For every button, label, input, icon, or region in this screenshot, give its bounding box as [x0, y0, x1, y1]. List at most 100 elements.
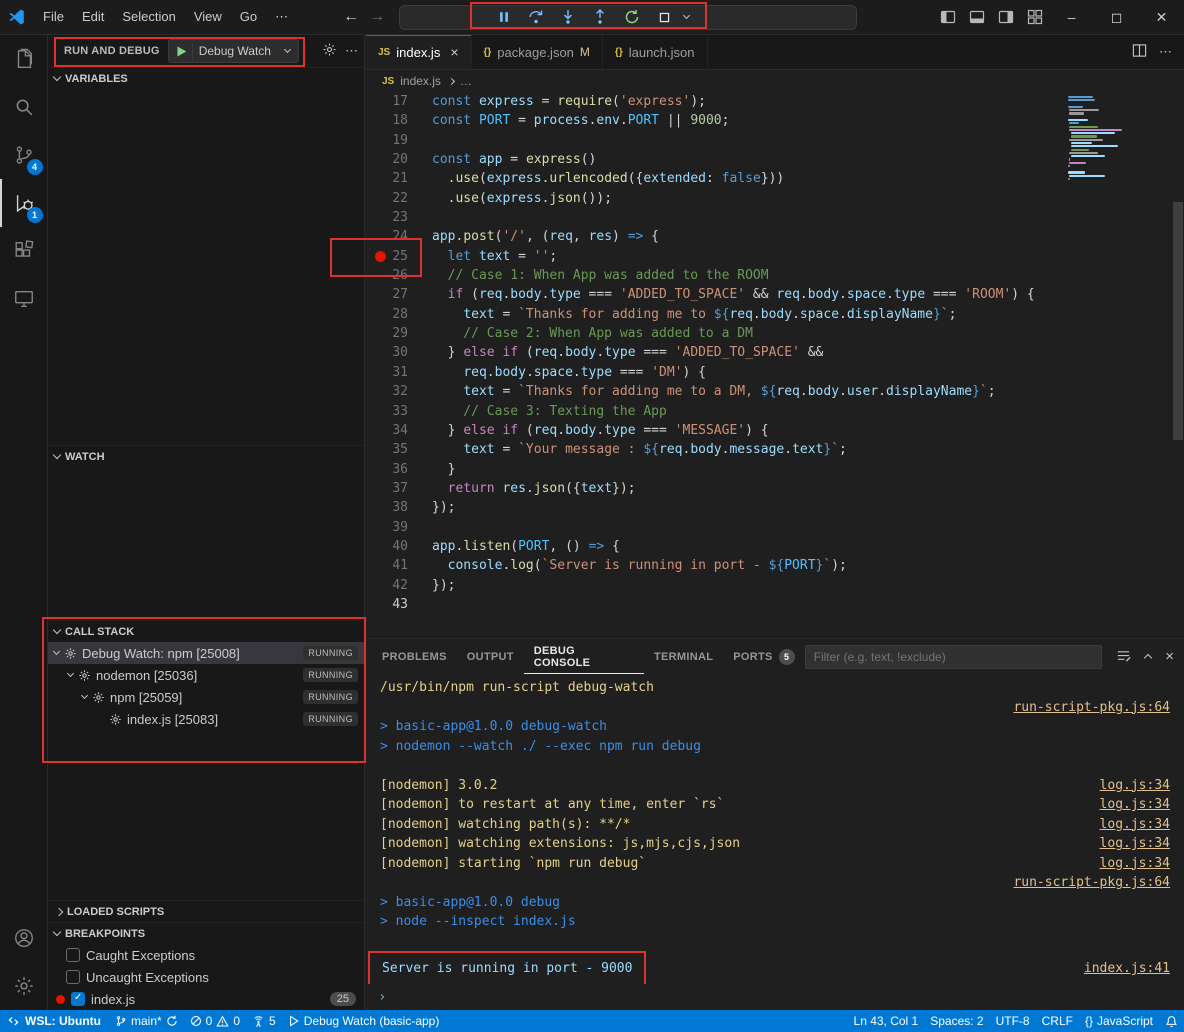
code-line-40[interactable]: 40app.listen(PORT, () => { [366, 537, 1184, 556]
breadcrumb-more[interactable]: … [460, 74, 472, 88]
debug-console-input[interactable]: › [366, 984, 1184, 1010]
eol-item[interactable]: CRLF [1036, 1010, 1079, 1032]
code-line-39[interactable]: 39 [366, 518, 1184, 537]
code-line-38[interactable]: 38}); [366, 498, 1184, 517]
code-line-37[interactable]: 37 return res.json({text}); [366, 479, 1184, 498]
gutter[interactable]: 22 [366, 189, 432, 208]
maximize-button[interactable]: ◻ [1094, 0, 1139, 34]
gutter[interactable]: 37 [366, 479, 432, 498]
source-link[interactable]: log.js:34 [1100, 834, 1170, 854]
toggle-secondary-sidebar-icon[interactable] [991, 0, 1020, 34]
cursor-position-item[interactable]: Ln 43, Col 1 [848, 1010, 925, 1032]
chevron-down-icon[interactable] [53, 648, 60, 655]
code-line-24[interactable]: 24app.post('/', (req, res) => { [366, 227, 1184, 246]
tab-debug-console[interactable]: DEBUG CONSOLE [524, 639, 644, 674]
tab-index-js[interactable]: JS index.js × [366, 35, 472, 69]
gutter[interactable]: 25 [366, 247, 432, 266]
source-link[interactable]: log.js:34 [1100, 854, 1170, 874]
gutter[interactable]: 38 [366, 498, 432, 517]
code-line-34[interactable]: 34 } else if (req.body.type === 'MESSAGE… [366, 421, 1184, 440]
code-editor[interactable]: 17const express = require('express');18c… [366, 92, 1184, 638]
gutter[interactable]: 27 [366, 285, 432, 304]
explorer-icon[interactable] [0, 35, 48, 83]
code-line-43[interactable]: 43 [366, 595, 1184, 614]
close-button[interactable]: ✕ [1139, 0, 1184, 34]
close-icon[interactable]: × [450, 44, 458, 60]
debug-status-item[interactable]: Debug Watch (basic-app) [282, 1010, 446, 1032]
source-link[interactable]: index.js:41 [1084, 959, 1170, 979]
code-line-36[interactable]: 36 } [366, 460, 1184, 479]
breadcrumb[interactable]: JS index.js … [366, 70, 1184, 92]
step-into-icon[interactable] [556, 6, 580, 28]
source-link[interactable]: run-script-pkg.js:64 [1013, 873, 1170, 893]
remote-indicator[interactable]: WSL: Ubuntu [0, 1010, 109, 1032]
gutter[interactable]: 33 [366, 402, 432, 421]
toggle-sidebar-icon[interactable] [933, 0, 962, 34]
gutter[interactable]: 42 [366, 576, 432, 595]
gutter[interactable]: 36 [366, 460, 432, 479]
menu-selection[interactable]: Selection [113, 5, 184, 29]
breakpoint-row[interactable]: index.js25 [48, 988, 364, 1010]
code-line-35[interactable]: 35 text = `Your message : ${req.body.mes… [366, 440, 1184, 459]
breakpoint-row[interactable]: Uncaught Exceptions [48, 966, 364, 988]
gutter[interactable]: 43 [366, 595, 432, 614]
code-line-31[interactable]: 31 req.body.space.type === 'DM') { [366, 363, 1184, 382]
breadcrumb-file[interactable]: index.js [400, 74, 441, 88]
tab-terminal[interactable]: TERMINAL [644, 639, 723, 674]
code-line-19[interactable]: 19 [366, 131, 1184, 150]
code-line-26[interactable]: 26 // Case 1: When App was added to the … [366, 266, 1184, 285]
watch-section-header[interactable]: WATCH [48, 445, 364, 467]
extensions-icon[interactable] [0, 227, 48, 275]
restart-icon[interactable] [620, 6, 644, 28]
gutter[interactable]: 29 [366, 324, 432, 343]
tab-package-json[interactable]: {} package.json M [472, 35, 603, 69]
call-stack-section-header[interactable]: CALL STACK [48, 620, 364, 642]
forward-arrow-icon[interactable]: → [369, 8, 385, 26]
gutter[interactable]: 32 [366, 382, 432, 401]
menu-file[interactable]: File [34, 5, 73, 29]
code-line-22[interactable]: 22 .use(express.json()); [366, 189, 1184, 208]
chevron-down-icon[interactable] [81, 692, 88, 699]
call-stack-row[interactable]: index.js [25083]RUNNING [48, 708, 364, 730]
menu-[interactable]: ⋯ [266, 5, 297, 29]
chevron-down-icon[interactable] [67, 670, 74, 677]
breakpoint-dot[interactable] [375, 251, 386, 262]
gutter[interactable]: 17 [366, 92, 432, 111]
close-panel-icon[interactable]: × [1165, 648, 1174, 665]
code-line-33[interactable]: 33 // Case 3: Texting the App [366, 402, 1184, 421]
step-out-icon[interactable] [588, 6, 612, 28]
code-line-41[interactable]: 41 console.log(`Server is running in por… [366, 556, 1184, 575]
step-over-icon[interactable] [524, 6, 548, 28]
breakpoints-section-header[interactable]: BREAKPOINTS [48, 922, 364, 944]
console-filter-input[interactable] [805, 645, 1103, 669]
menu-edit[interactable]: Edit [73, 5, 113, 29]
source-link[interactable]: run-script-pkg.js:64 [1013, 698, 1170, 718]
breakpoint-checkbox[interactable] [66, 970, 80, 984]
customize-layout-icon[interactable] [1020, 0, 1049, 34]
gutter[interactable]: 39 [366, 518, 432, 537]
stop-dropdown-chevron-icon[interactable] [683, 12, 690, 19]
start-debug-icon[interactable] [173, 45, 192, 58]
menu-go[interactable]: Go [231, 5, 266, 29]
gutter[interactable]: 30 [366, 343, 432, 362]
gutter[interactable]: 41 [366, 556, 432, 575]
gutter[interactable]: 28 [366, 305, 432, 324]
gutter[interactable]: 24 [366, 227, 432, 246]
call-stack-row[interactable]: nodemon [25036]RUNNING [48, 664, 364, 686]
forwarded-ports-item[interactable]: 5 [246, 1010, 282, 1032]
indentation-item[interactable]: Spaces: 2 [924, 1010, 989, 1032]
launch-config-dropdown[interactable]: Debug Watch [192, 43, 294, 59]
settings-gear-icon[interactable] [0, 962, 48, 1010]
remote-explorer-icon[interactable] [0, 275, 48, 323]
gutter[interactable]: 20 [366, 150, 432, 169]
command-center[interactable] [399, 5, 857, 30]
breakpoint-checkbox[interactable] [66, 948, 80, 962]
pause-icon[interactable] [492, 6, 516, 28]
variables-section-header[interactable]: VARIABLES [48, 67, 364, 89]
breakpoint-checkbox[interactable] [71, 992, 85, 1006]
source-control-icon[interactable]: 4 [0, 131, 48, 179]
maximize-panel-chevron-icon[interactable] [1144, 654, 1152, 662]
git-branch-item[interactable]: main* [109, 1010, 184, 1032]
stop-icon[interactable] [652, 6, 676, 28]
accounts-icon[interactable] [0, 914, 48, 962]
